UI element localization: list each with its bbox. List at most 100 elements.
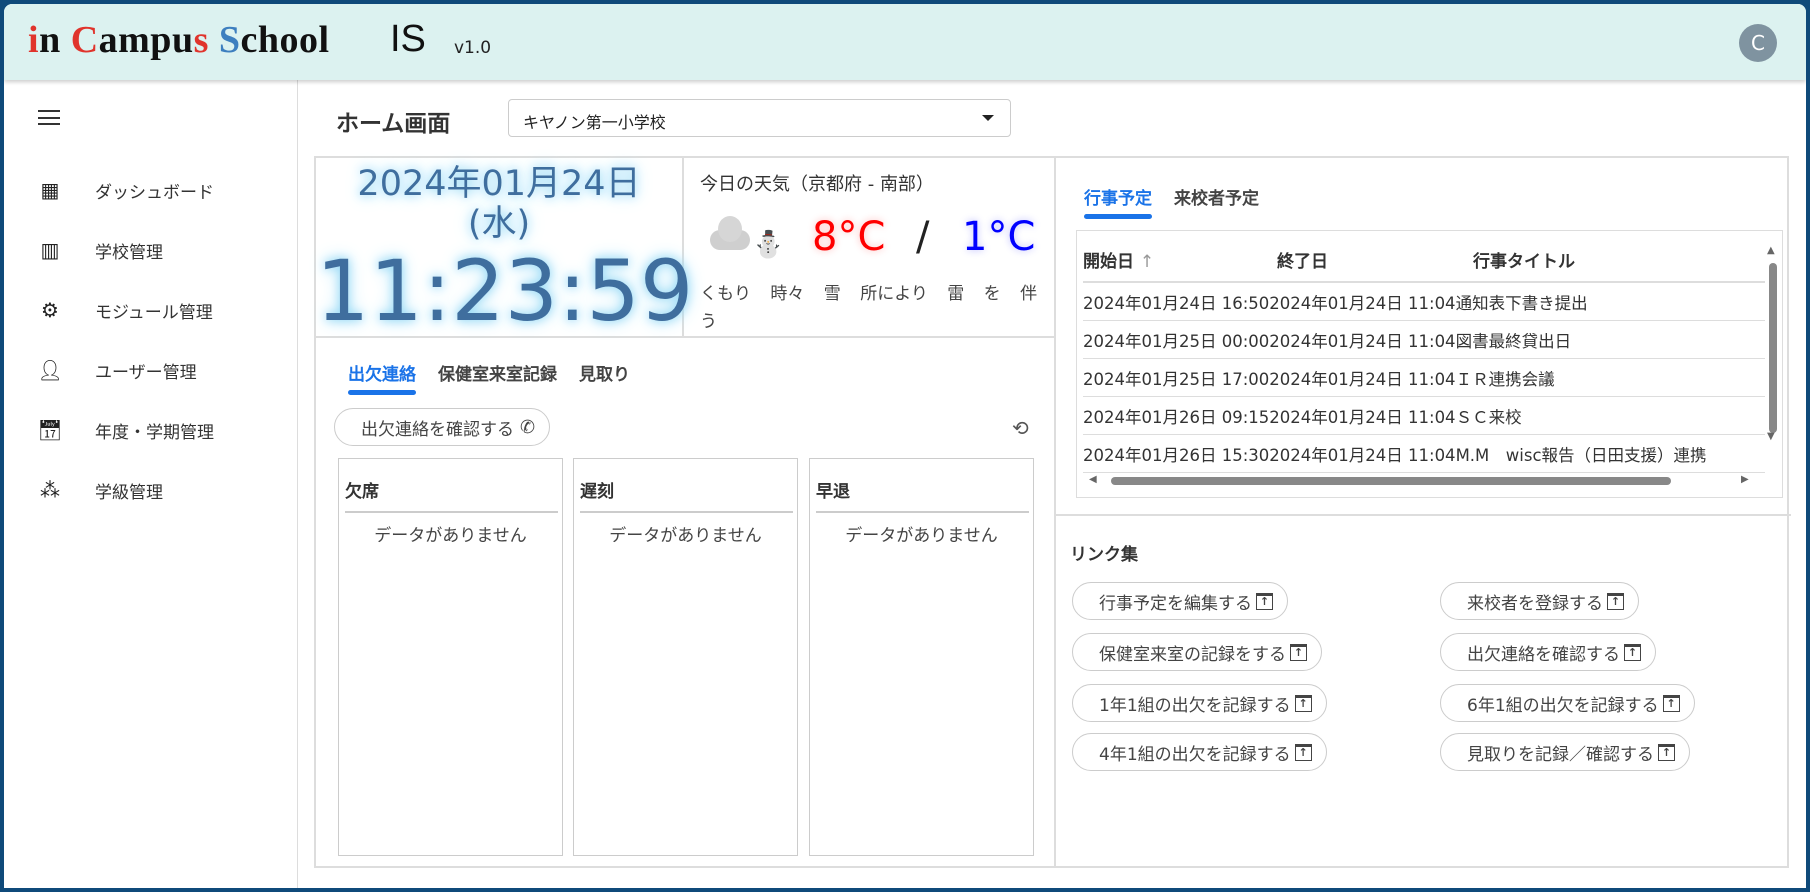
tab-events[interactable]: 行事予定 [1084, 184, 1152, 219]
table-cell: 2024年01月24日 11:04 [1269, 331, 1456, 351]
version-label: v1.0 [454, 38, 492, 58]
sidebar-item-dashboard[interactable]: ▦ ダッシュボード [4, 168, 298, 212]
low-temperature: 1°C [962, 214, 1036, 260]
link-button[interactable]: 4年1組の出欠を記録する ↑ [1072, 733, 1327, 771]
logo: in Campus School [28, 19, 330, 61]
link-button[interactable]: 出欠連絡を確認する ↑ [1440, 633, 1656, 671]
table-cell: 2024年01月26日 09:15 [1083, 407, 1270, 427]
sidebar: ▦ ダッシュボード ▥ 学校管理 ⚙ モジュール管理 👤︎ ユーザー管理 📅︎ 年度・学期… [4, 80, 298, 888]
column-title: 欠席 [345, 482, 379, 502]
link-button[interactable]: 保健室来室の記録をする ↑ [1072, 633, 1322, 671]
table-cell: ＳＣ来校 [1455, 407, 1522, 427]
sidebar-item-classes[interactable]: ⁂ 学級管理 [4, 468, 298, 512]
open-link-icon: ↑ [1607, 592, 1624, 610]
dashboard-icon: ▦ [40, 178, 60, 202]
menu-icon[interactable] [38, 110, 60, 125]
high-temperature: 8°C [812, 214, 886, 260]
sidebar-item-users[interactable]: 👤︎ ユーザー管理 [4, 348, 298, 392]
page-title: ホーム画面 [336, 111, 451, 137]
open-link-icon: ↑ [1294, 743, 1312, 761]
links-title: リンク集 [1070, 545, 1138, 565]
cloud-icon [710, 216, 750, 250]
tab-attendance[interactable]: 出欠連絡 [348, 360, 416, 395]
tab-visitors[interactable]: 来校者予定 [1174, 184, 1259, 219]
open-link-icon: ↑ [1256, 592, 1273, 610]
link-button[interactable]: 行事予定を編集する ↑ [1072, 582, 1288, 620]
weather-description: くもり 時々 雪 所により 雷 を 伴う [700, 284, 1038, 332]
link-label: 来校者を登録する [1467, 593, 1603, 614]
dashboard-panel: 2024年01月24日 (水) 11:23:59 今日の天気（京都府 - 南部）… [314, 156, 1791, 868]
empty-message: データがありません [374, 526, 527, 546]
module-settings-icon: ⚙ [41, 298, 59, 322]
table-row[interactable]: 2024年01月26日 09:15 2024年01月24日 11:04 ＳＣ来校 [1083, 397, 1765, 435]
events-tabs: 行事予定 来校者予定 [1084, 184, 1259, 219]
link-label: 1年1組の出欠を記録する [1099, 695, 1291, 716]
link-label: 6年1組の出欠を記録する [1467, 695, 1659, 716]
sidebar-item-label: ユーザー管理 [95, 362, 197, 383]
column-header-start[interactable]: 開始日 ↑ [1083, 247, 1154, 272]
table-row[interactable]: 2024年01月26日 15:30 2024年01月24日 11:04 M.M wi… [1083, 435, 1765, 473]
open-link-icon: ↑ [1294, 694, 1312, 712]
sidebar-item-school[interactable]: ▥ 学校管理 [4, 228, 298, 272]
table-cell: M.M wisc報告（日田支援）連携 [1455, 445, 1707, 465]
tab-nurse-room[interactable]: 保健室来室記録 [438, 360, 557, 395]
table-cell: 2024年01月24日 11:04 [1269, 369, 1456, 389]
refresh-icon[interactable]: ⟲ [1012, 416, 1029, 440]
sidebar-item-label: 学級管理 [95, 482, 163, 503]
product-name: IS [390, 18, 426, 60]
link-button[interactable]: 来校者を登録する ↑ [1440, 582, 1639, 620]
sidebar-item-terms[interactable]: 📅︎ 年度・学期管理 [4, 408, 298, 452]
sidebar-item-module[interactable]: ⚙ モジュール管理 [4, 288, 298, 332]
link-label: 見取りを記録／確認する [1467, 744, 1654, 765]
table-cell: ＩＲ連携会議 [1455, 369, 1555, 389]
sidebar-item-label: モジュール管理 [95, 302, 213, 323]
clock-widget: 2024年01月24日 (水) 11:23:59 [316, 158, 694, 340]
link-label: 4年1組の出欠を記録する [1099, 744, 1291, 765]
snowman-icon: ⛄ [752, 230, 785, 260]
weather-widget: 今日の天気（京都府 - 南部） ⛄ 8°C / 1°C くもり 時々 雪 所によ… [684, 158, 1054, 338]
calendar-icon: 📅︎ [37, 418, 63, 442]
table-cell: 2024年01月24日 11:04 [1269, 407, 1456, 427]
phone-list-icon: ✆ [520, 416, 536, 438]
confirm-attendance-button[interactable]: 出欠連絡を確認する ✆ [334, 408, 551, 446]
column-header-end[interactable]: 終了日 [1277, 247, 1328, 272]
events-table: 開始日 ↑ 終了日 行事タイトル 2024年01月24日 16:50 2024年0… [1076, 230, 1783, 498]
school-select-value: キヤノン第一小学校 [523, 113, 666, 132]
column-header-title[interactable]: 行事タイトル [1473, 247, 1575, 272]
table-cell: 2024年01月25日 00:00 [1083, 331, 1270, 351]
table-cell: 2024年01月25日 17:00 [1083, 369, 1270, 389]
horizontal-scrollbar[interactable]: ◀ ▶ [1087, 473, 1757, 489]
open-link-icon: ↑ [1290, 643, 1307, 661]
sidebar-item-label: ダッシュボード [95, 182, 214, 203]
building-icon: ▥ [40, 238, 60, 262]
column-title: 早退 [816, 482, 850, 502]
school-select[interactable]: キヤノン第一小学校 [508, 99, 1011, 137]
column-title: 遅刻 [580, 482, 614, 502]
open-link-icon: ↑ [1662, 694, 1680, 712]
avatar[interactable]: C [1739, 24, 1777, 62]
link-button[interactable]: 見取りを記録／確認する ↑ [1440, 733, 1690, 771]
table-cell: 2024年01月24日 16:50 [1083, 293, 1270, 313]
table-cell: 2024年01月26日 15:30 [1083, 445, 1270, 465]
group-icon: ⁂ [40, 478, 60, 502]
current-time: 11:23:59 [316, 242, 694, 340]
early-leave-column: 早退 データがありません [809, 458, 1034, 856]
link-label: 行事予定を編集する [1099, 593, 1252, 614]
table-row[interactable]: 2024年01月25日 00:00 2024年01月24日 11:04 図書最終貸出… [1083, 321, 1765, 359]
sidebar-item-label: 年度・学期管理 [95, 422, 214, 443]
open-link-icon: ↑ [1624, 643, 1641, 661]
link-label: 出欠連絡を確認する [1467, 644, 1620, 665]
chevron-down-icon [982, 115, 994, 121]
absent-column: 欠席データがありません [338, 458, 563, 856]
vertical-scrollbar[interactable]: ▲ ▼ [1764, 245, 1780, 445]
table-cell: 2024年01月24日 11:04 [1269, 293, 1456, 313]
table-row[interactable]: 2024年01月24日 16:50 2024年01月24日 11:04 通知表下書き… [1083, 283, 1765, 321]
link-button[interactable]: 6年1組の出欠を記録する ↑ [1440, 684, 1695, 722]
tab-observation[interactable]: 見取り [579, 360, 630, 395]
sort-ascending-icon: ↑ [1139, 252, 1155, 272]
current-weekday: (水) [467, 204, 531, 244]
table-cell: 2024年01月24日 11:04 [1269, 445, 1456, 465]
table-row[interactable]: 2024年01月25日 17:00 2024年01月24日 11:04 ＩＲ連携会議 [1083, 359, 1765, 397]
link-button[interactable]: 1年1組の出欠を記録する ↑ [1072, 684, 1327, 722]
current-date: 2024年01月24日 [357, 164, 641, 204]
